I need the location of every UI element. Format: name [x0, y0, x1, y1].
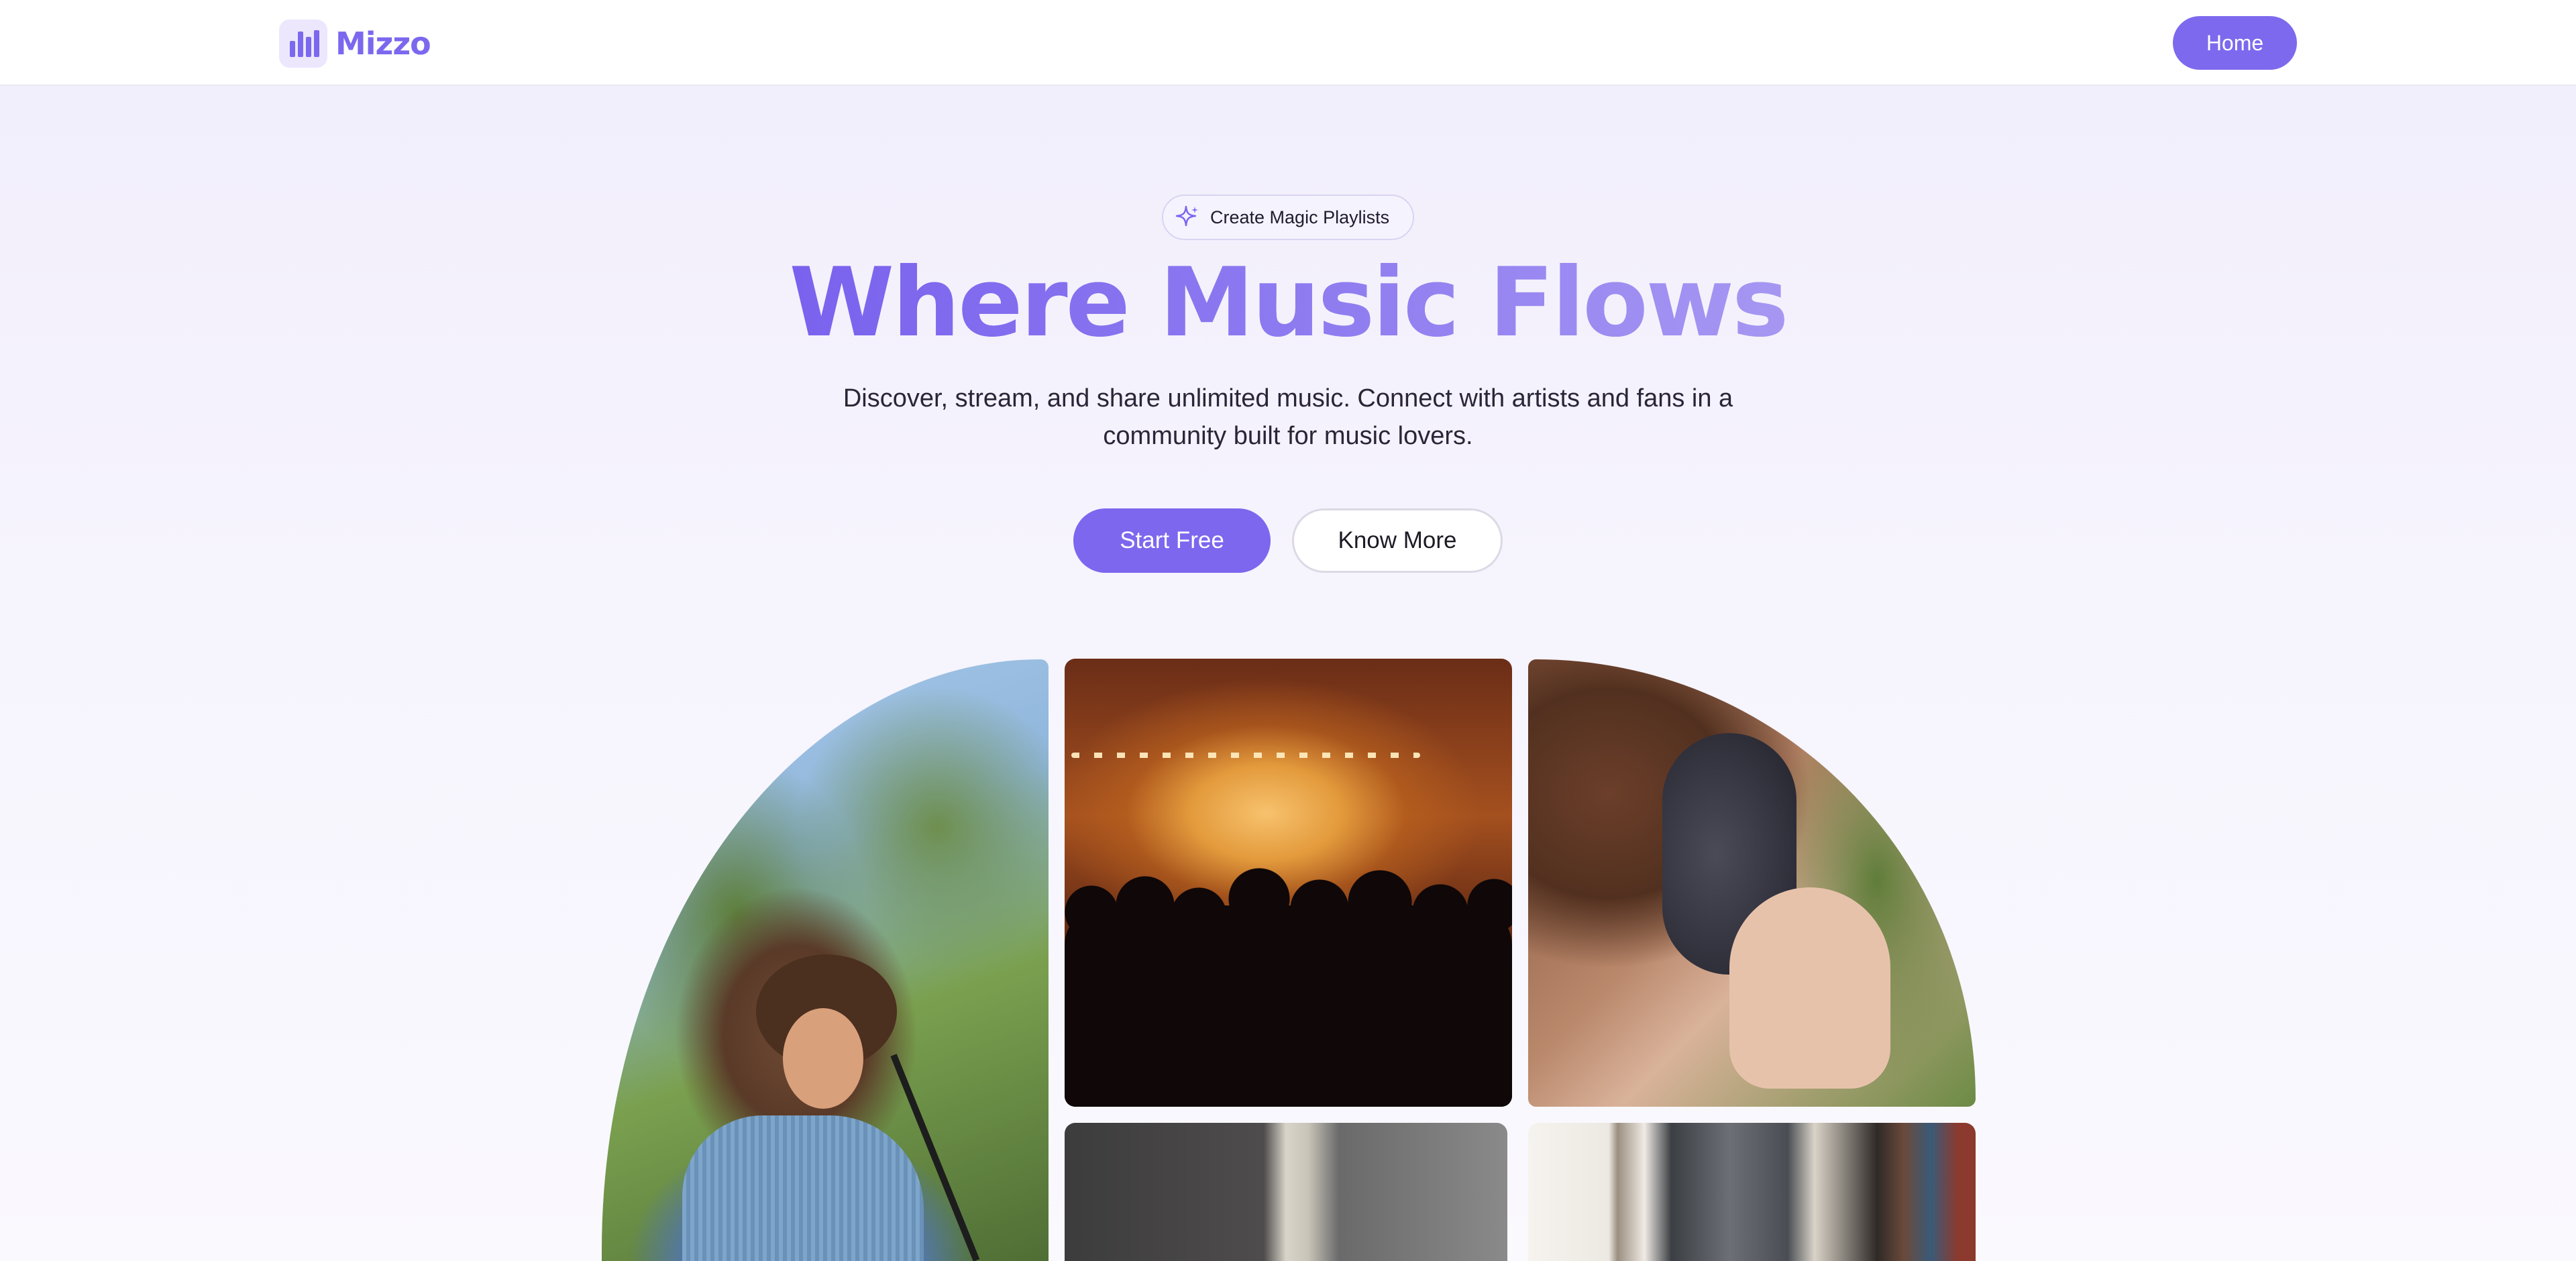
equalizer-bars-icon	[279, 19, 327, 68]
home-button[interactable]: Home	[2173, 16, 2297, 70]
hero-title-text: Where Music Flows	[789, 248, 1789, 358]
hero-title: Where Music Flows	[0, 243, 2576, 364]
room-image	[1065, 1123, 1507, 1261]
start-free-button[interactable]: Start Free	[1073, 508, 1271, 573]
sparkle-icon	[1173, 203, 1202, 232]
site-header: Mizzo Home	[0, 0, 2576, 86]
concert-crowd-image	[1065, 659, 1512, 1107]
badge-label: Create Magic Playlists	[1210, 207, 1390, 227]
know-more-button[interactable]: Know More	[1292, 508, 1503, 573]
window-bookshelf-image	[1528, 1123, 1976, 1261]
hero-subtitle: Discover, stream, and share unlimited mu…	[843, 384, 1733, 450]
playlist-badge[interactable]: Create Magic Playlists	[1162, 195, 1414, 240]
singer-image	[602, 659, 1049, 1261]
brand-name: Mizzo	[335, 25, 431, 62]
brand-logo[interactable]: Mizzo	[279, 19, 431, 68]
headphones-image	[1528, 659, 1976, 1107]
